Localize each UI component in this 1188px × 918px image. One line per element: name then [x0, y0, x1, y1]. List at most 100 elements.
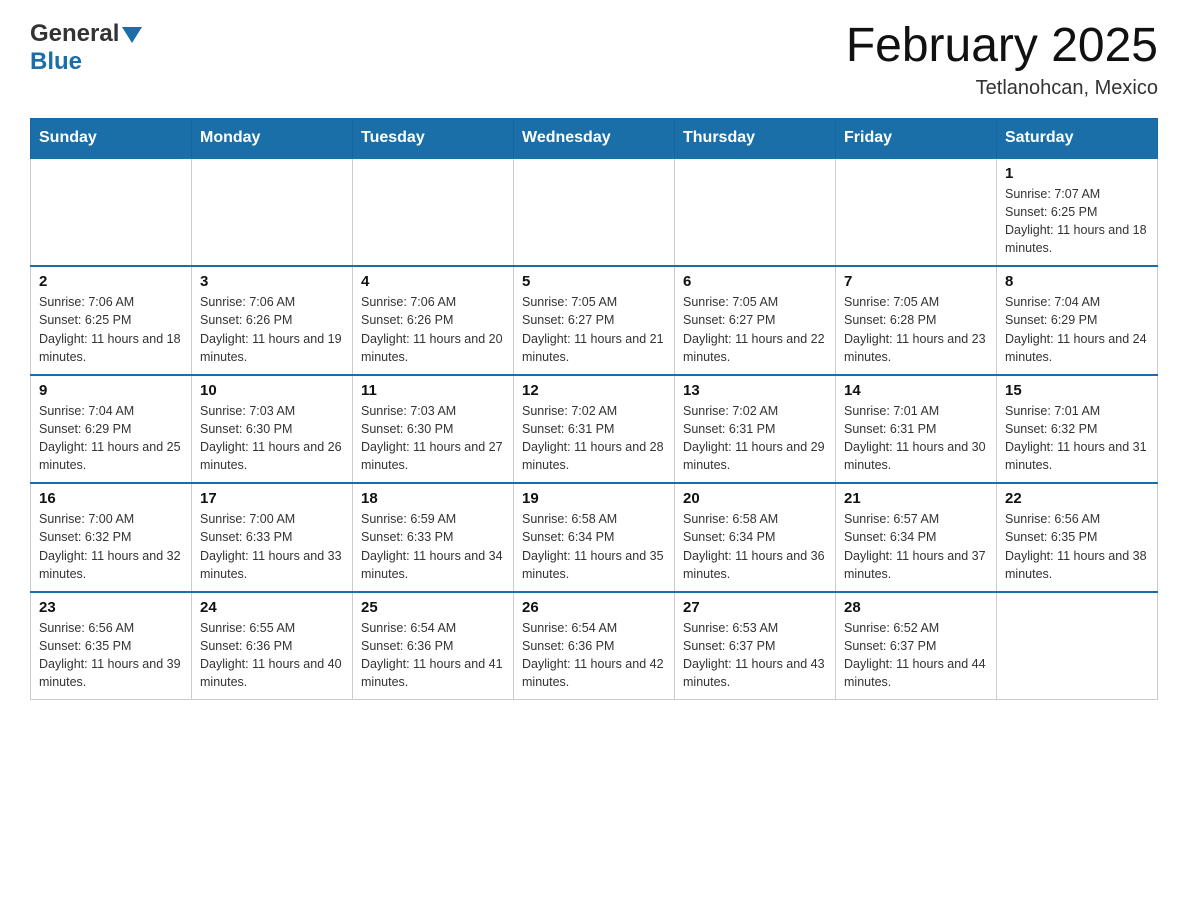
day-info: Sunrise: 6:57 AM Sunset: 6:34 PM Dayligh…	[844, 510, 988, 583]
day-info: Sunrise: 7:03 AM Sunset: 6:30 PM Dayligh…	[361, 402, 505, 475]
calendar-cell: 9 Sunrise: 7:04 AM Sunset: 6:29 PM Daylig…	[31, 375, 192, 484]
day-info: Sunrise: 6:52 AM Sunset: 6:37 PM Dayligh…	[844, 619, 988, 692]
day-number: 17	[200, 490, 344, 507]
calendar-cell: 4Sunrise: 7:06 AM Sunset: 6:26 PM Daylig…	[353, 266, 514, 375]
column-header-saturday: Saturday	[997, 118, 1158, 158]
day-number: 9	[39, 382, 183, 399]
calendar-week-row: 9 Sunrise: 7:04 AM Sunset: 6:29 PM Daylig…	[31, 375, 1158, 484]
day-info: Sunrise: 7:06 AM Sunset: 6:25 PM Dayligh…	[39, 293, 183, 366]
day-number: 26	[522, 599, 666, 616]
column-header-monday: Monday	[192, 118, 353, 158]
day-info: Sunrise: 6:54 AM Sunset: 6:36 PM Dayligh…	[361, 619, 505, 692]
logo-general-text: General	[30, 20, 119, 48]
calendar-cell	[997, 592, 1158, 700]
day-info: Sunrise: 7:07 AM Sunset: 6:25 PM Dayligh…	[1005, 185, 1149, 258]
day-info: Sunrise: 7:05 AM Sunset: 6:27 PM Dayligh…	[683, 293, 827, 366]
logo-blue-text: Blue	[30, 48, 82, 75]
day-number: 6	[683, 273, 827, 290]
calendar-cell: 27 Sunrise: 6:53 AM Sunset: 6:37 PM Dayli…	[675, 592, 836, 700]
day-number: 13	[683, 382, 827, 399]
title-block: February 2025 Tetlanohcan, Mexico	[846, 20, 1158, 100]
day-number: 15	[1005, 382, 1149, 399]
day-info: Sunrise: 6:54 AM Sunset: 6:36 PM Dayligh…	[522, 619, 666, 692]
day-number: 24	[200, 599, 344, 616]
calendar-cell: 12 Sunrise: 7:02 AM Sunset: 6:31 PM Dayli…	[514, 375, 675, 484]
day-number: 5	[522, 273, 666, 290]
column-header-wednesday: Wednesday	[514, 118, 675, 158]
day-number: 8	[1005, 273, 1149, 290]
day-number: 2	[39, 273, 183, 290]
day-number: 19	[522, 490, 666, 507]
calendar-cell: 24 Sunrise: 6:55 AM Sunset: 6:36 PM Dayli…	[192, 592, 353, 700]
day-info: Sunrise: 6:58 AM Sunset: 6:34 PM Dayligh…	[522, 510, 666, 583]
day-info: Sunrise: 6:55 AM Sunset: 6:36 PM Dayligh…	[200, 619, 344, 692]
calendar-cell: 13 Sunrise: 7:02 AM Sunset: 6:31 PM Dayli…	[675, 375, 836, 484]
day-info: Sunrise: 7:01 AM Sunset: 6:31 PM Dayligh…	[844, 402, 988, 475]
day-number: 3	[200, 273, 344, 290]
calendar-cell: 15 Sunrise: 7:01 AM Sunset: 6:32 PM Dayli…	[997, 375, 1158, 484]
calendar-cell: 26 Sunrise: 6:54 AM Sunset: 6:36 PM Dayli…	[514, 592, 675, 700]
calendar-week-row: 16Sunrise: 7:00 AM Sunset: 6:32 PM Dayli…	[31, 483, 1158, 592]
day-number: 16	[39, 490, 183, 507]
day-number: 27	[683, 599, 827, 616]
column-header-friday: Friday	[836, 118, 997, 158]
day-number: 23	[39, 599, 183, 616]
day-info: Sunrise: 7:00 AM Sunset: 6:33 PM Dayligh…	[200, 510, 344, 583]
calendar-cell: 5 Sunrise: 7:05 AM Sunset: 6:27 PM Daylig…	[514, 266, 675, 375]
day-number: 4	[361, 273, 505, 290]
day-number: 21	[844, 490, 988, 507]
calendar-cell: 23 Sunrise: 6:56 AM Sunset: 6:35 PM Dayli…	[31, 592, 192, 700]
day-info: Sunrise: 7:05 AM Sunset: 6:27 PM Dayligh…	[522, 293, 666, 366]
day-number: 20	[683, 490, 827, 507]
calendar-cell: 20 Sunrise: 6:58 AM Sunset: 6:34 PM Dayli…	[675, 483, 836, 592]
day-number: 10	[200, 382, 344, 399]
calendar-cell	[353, 158, 514, 267]
calendar-cell	[514, 158, 675, 267]
day-number: 1	[1005, 165, 1149, 182]
day-info: Sunrise: 7:01 AM Sunset: 6:32 PM Dayligh…	[1005, 402, 1149, 475]
day-info: Sunrise: 7:06 AM Sunset: 6:26 PM Dayligh…	[200, 293, 344, 366]
calendar-week-row: 2 Sunrise: 7:06 AM Sunset: 6:25 PM Daylig…	[31, 266, 1158, 375]
column-header-thursday: Thursday	[675, 118, 836, 158]
day-info: Sunrise: 6:59 AM Sunset: 6:33 PM Dayligh…	[361, 510, 505, 583]
calendar-cell: 25Sunrise: 6:54 AM Sunset: 6:36 PM Dayli…	[353, 592, 514, 700]
day-info: Sunrise: 6:56 AM Sunset: 6:35 PM Dayligh…	[39, 619, 183, 692]
logo-flag-icon	[122, 27, 142, 43]
page-header: General Blue February 2025 Tetlanohcan, …	[30, 20, 1158, 100]
column-header-tuesday: Tuesday	[353, 118, 514, 158]
day-number: 28	[844, 599, 988, 616]
calendar-table: SundayMondayTuesdayWednesdayThursdayFrid…	[30, 118, 1158, 701]
calendar-cell: 2 Sunrise: 7:06 AM Sunset: 6:25 PM Daylig…	[31, 266, 192, 375]
day-info: Sunrise: 7:02 AM Sunset: 6:31 PM Dayligh…	[683, 402, 827, 475]
calendar-cell	[836, 158, 997, 267]
day-info: Sunrise: 7:03 AM Sunset: 6:30 PM Dayligh…	[200, 402, 344, 475]
calendar-cell: 18 Sunrise: 6:59 AM Sunset: 6:33 PM Dayli…	[353, 483, 514, 592]
day-number: 7	[844, 273, 988, 290]
day-number: 11	[361, 382, 505, 399]
day-number: 22	[1005, 490, 1149, 507]
calendar-week-row: 1 Sunrise: 7:07 AM Sunset: 6:25 PM Daylig…	[31, 158, 1158, 267]
calendar-cell: 10 Sunrise: 7:03 AM Sunset: 6:30 PM Dayli…	[192, 375, 353, 484]
day-info: Sunrise: 6:53 AM Sunset: 6:37 PM Dayligh…	[683, 619, 827, 692]
calendar-cell	[192, 158, 353, 267]
calendar-cell: 1 Sunrise: 7:07 AM Sunset: 6:25 PM Daylig…	[997, 158, 1158, 267]
calendar-cell	[675, 158, 836, 267]
day-info: Sunrise: 7:05 AM Sunset: 6:28 PM Dayligh…	[844, 293, 988, 366]
day-info: Sunrise: 7:02 AM Sunset: 6:31 PM Dayligh…	[522, 402, 666, 475]
calendar-cell: 28 Sunrise: 6:52 AM Sunset: 6:37 PM Dayli…	[836, 592, 997, 700]
calendar-cell: 7 Sunrise: 7:05 AM Sunset: 6:28 PM Daylig…	[836, 266, 997, 375]
calendar-cell: 11 Sunrise: 7:03 AM Sunset: 6:30 PM Dayli…	[353, 375, 514, 484]
calendar-cell: 19 Sunrise: 6:58 AM Sunset: 6:34 PM Dayli…	[514, 483, 675, 592]
day-number: 18	[361, 490, 505, 507]
day-number: 14	[844, 382, 988, 399]
day-number: 12	[522, 382, 666, 399]
calendar-cell: 21 Sunrise: 6:57 AM Sunset: 6:34 PM Dayli…	[836, 483, 997, 592]
calendar-cell: 8 Sunrise: 7:04 AM Sunset: 6:29 PM Daylig…	[997, 266, 1158, 375]
calendar-cell: 22Sunrise: 6:56 AM Sunset: 6:35 PM Dayli…	[997, 483, 1158, 592]
calendar-location: Tetlanohcan, Mexico	[846, 77, 1158, 100]
day-info: Sunrise: 7:04 AM Sunset: 6:29 PM Dayligh…	[39, 402, 183, 475]
calendar-cell: 14 Sunrise: 7:01 AM Sunset: 6:31 PM Dayli…	[836, 375, 997, 484]
logo: General Blue	[30, 20, 142, 76]
day-info: Sunrise: 6:58 AM Sunset: 6:34 PM Dayligh…	[683, 510, 827, 583]
day-info: Sunrise: 7:04 AM Sunset: 6:29 PM Dayligh…	[1005, 293, 1149, 366]
